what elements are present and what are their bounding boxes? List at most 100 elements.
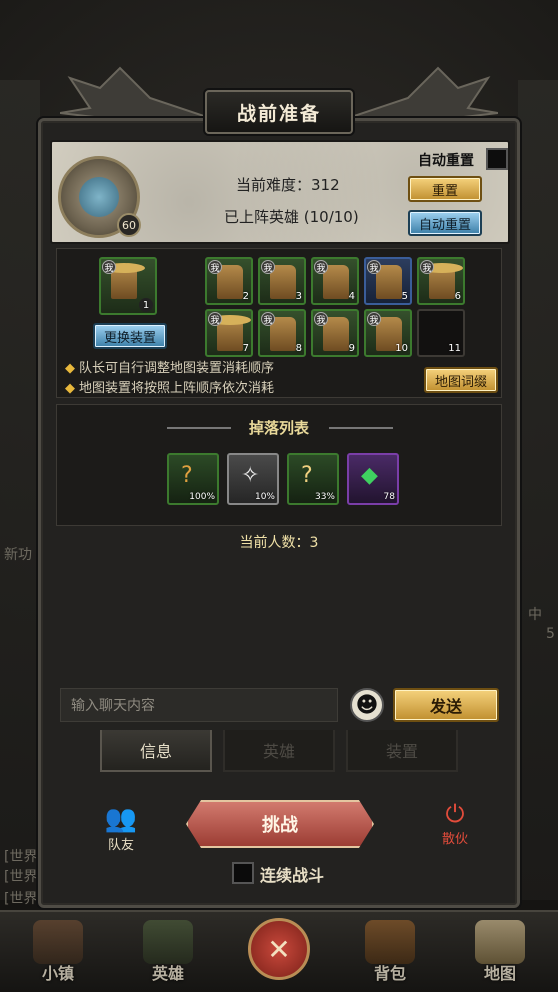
- challenge-button[interactable]: 挑战: [186, 800, 374, 848]
- me-tag: 我: [314, 312, 328, 326]
- spear-question-icon: ?: [181, 463, 193, 488]
- nav-backpack[interactable]: 背包: [340, 912, 440, 992]
- lineup-note: ◆ 队长可自行调整地图装置消耗顺序: [65, 357, 274, 376]
- dialog-title: 战前准备: [205, 90, 353, 134]
- drop-rate: 10%: [254, 492, 275, 502]
- background-text: [世界: [4, 869, 38, 885]
- backpack-icon: [365, 920, 415, 964]
- deployed-hero-count: 已上阵英雄 (10/10): [224, 208, 359, 226]
- me-tag: 我: [208, 260, 222, 274]
- me-tag: 我: [367, 260, 381, 274]
- battle-crossed-swords-icon[interactable]: ✕: [248, 918, 310, 980]
- current-difficulty: 当前难度：312: [236, 176, 340, 194]
- boss-avatar: 60: [58, 156, 141, 238]
- continuous-battle-label: 连续战斗: [260, 866, 325, 885]
- nav-town[interactable]: 小镇: [8, 912, 108, 992]
- teammates-icon: 👥: [104, 804, 138, 834]
- hero-slot[interactable]: 我 3: [258, 257, 306, 305]
- me-tag: 我: [208, 312, 222, 326]
- note-text: 地图装置将按照上阵顺序依次消耗: [79, 381, 275, 396]
- hero-slot[interactable]: 我 6: [417, 257, 465, 305]
- lineup-note: ◆ 地图装置将按照上阵顺序依次消耗: [65, 377, 274, 396]
- drop-item[interactable]: ? 100%: [167, 453, 219, 505]
- map-icon: [475, 920, 525, 964]
- background-left-panel: [0, 80, 40, 900]
- slot-number: 4: [348, 291, 355, 302]
- disband-label: 散伙: [441, 832, 468, 847]
- hero-slot[interactable]: 我 7: [205, 309, 253, 357]
- disband-button[interactable]: ⏻ 散伙: [430, 800, 480, 847]
- drop-item[interactable]: ? 33%: [287, 453, 339, 505]
- auto-reset-label: 自动重置: [418, 153, 474, 169]
- background-text: [世界: [4, 891, 38, 907]
- me-tag: 我: [261, 260, 275, 274]
- slot-number: 9: [348, 343, 355, 354]
- game-screen: 新功 [世界 [世界 [世界 中 5 战前准备 60 当前难度：312 已上阵英…: [0, 0, 558, 992]
- hero-slot[interactable]: 我 2: [205, 257, 253, 305]
- nav-label: 小镇: [41, 964, 74, 983]
- note-text: 队长可自行调整地图装置消耗顺序: [79, 361, 275, 376]
- slot-number: 10: [395, 343, 408, 354]
- diamond-bullet-icon: ◆: [65, 381, 75, 396]
- town-icon: [33, 920, 83, 964]
- slot-number: 1: [139, 298, 153, 312]
- mystery-hero-icon: ?: [301, 463, 313, 488]
- drop-list-panel: 掉落列表 ? 100% ✧ 10% ? 33% ◆ 78: [56, 404, 502, 526]
- background-right-panel: [518, 80, 558, 900]
- me-tag: 我: [367, 312, 381, 326]
- boss-portrait-icon: [79, 177, 119, 217]
- title-ornament: [329, 427, 393, 429]
- hero-portrait-icon: [143, 920, 193, 964]
- chat-input[interactable]: 输入聊天内容: [60, 688, 338, 722]
- nav-label: 地图: [483, 964, 516, 983]
- me-tag: 我: [420, 260, 434, 274]
- continuous-battle-checkbox[interactable]: [232, 862, 254, 884]
- background-text: 5: [546, 626, 555, 642]
- drop-rate: 100%: [189, 492, 215, 502]
- slot-number: 5: [401, 291, 408, 302]
- drop-count: 78: [383, 492, 395, 502]
- emoji-icon[interactable]: ☻: [350, 688, 384, 722]
- drop-item[interactable]: ◆ 78: [347, 453, 399, 505]
- leader-hero-slot[interactable]: 我 1: [99, 257, 157, 315]
- hero-slot[interactable]: 我 5: [364, 257, 412, 305]
- auto-reset-button[interactable]: 自动重置: [408, 210, 482, 236]
- nav-label: 背包: [373, 964, 406, 983]
- drop-item[interactable]: ✧ 10%: [227, 453, 279, 505]
- hero-slot[interactable]: 我 8: [258, 309, 306, 357]
- drop-list-title: 掉落列表: [248, 419, 309, 437]
- send-button[interactable]: 发送: [393, 688, 499, 722]
- hero-slot[interactable]: 我 10: [364, 309, 412, 357]
- slot-number: 11: [448, 343, 461, 354]
- nav-map[interactable]: 地图: [450, 912, 550, 992]
- change-equipment-button[interactable]: 更换装置: [93, 323, 167, 349]
- background-text: [世界: [4, 849, 38, 865]
- slot-number: 2: [242, 291, 249, 302]
- nav-label: 英雄: [151, 964, 184, 983]
- slot-number: 7: [242, 343, 249, 354]
- hero-lineup-panel: 我 1 更换装置 我 2 我 3 我 4 我 5 我 6 我 7 我 8 我 9…: [56, 248, 502, 398]
- teammates-button[interactable]: 👥 队友: [96, 804, 146, 853]
- current-people-count: 当前人数：3: [239, 535, 319, 551]
- hero-slot[interactable]: 我 4: [311, 257, 359, 305]
- background-text: 中: [528, 607, 542, 623]
- tab-info[interactable]: 信息: [100, 730, 212, 772]
- empty-hero-slot[interactable]: 11: [417, 309, 465, 357]
- map-affix-button[interactable]: 地图词缀: [424, 367, 498, 393]
- nav-heroes[interactable]: 英雄: [118, 912, 218, 992]
- difficulty-header: 60 当前难度：312 已上阵英雄 (10/10) 自动重置 重置 自动重置: [50, 140, 510, 244]
- green-crystal-icon: ◆: [361, 463, 378, 488]
- auto-reset-checkbox[interactable]: [486, 148, 508, 170]
- white-wing-icon: ✧: [241, 463, 260, 488]
- teammates-label: 队友: [107, 838, 134, 853]
- slot-number: 3: [295, 291, 302, 302]
- slot-number: 8: [295, 343, 302, 354]
- me-tag: 我: [314, 260, 328, 274]
- me-tag: 我: [102, 260, 116, 274]
- tab-heroes[interactable]: 英雄: [223, 730, 335, 772]
- diamond-bullet-icon: ◆: [65, 361, 75, 376]
- tab-devices[interactable]: 装置: [346, 730, 458, 772]
- reset-button[interactable]: 重置: [408, 176, 482, 202]
- hero-slot[interactable]: 我 9: [311, 309, 359, 357]
- me-tag: 我: [261, 312, 275, 326]
